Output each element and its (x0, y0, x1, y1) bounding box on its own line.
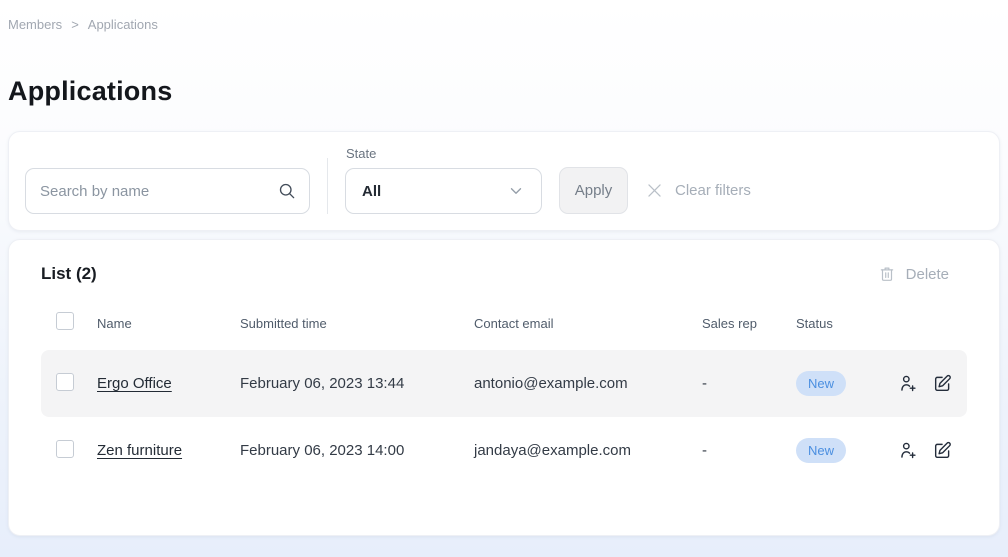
row-checkbox[interactable] (56, 440, 74, 458)
edit-icon[interactable] (932, 440, 953, 461)
close-icon (645, 181, 664, 200)
applications-table: NameSubmitted timeContact emailSales rep… (41, 312, 967, 484)
select-all-cell (41, 312, 97, 335)
person-add-icon[interactable] (898, 373, 919, 394)
sales-rep-cell: - (702, 375, 796, 392)
table-row[interactable]: Ergo Office February 06, 2023 13:44 anto… (41, 350, 967, 417)
clear-filters-button[interactable]: Clear filters (645, 167, 751, 214)
column-header: Contact email (474, 316, 702, 331)
column-header: Name (97, 316, 240, 331)
state-label: State (346, 146, 542, 161)
application-name-link[interactable]: Zen furniture (97, 442, 182, 459)
filter-divider (327, 158, 328, 214)
list-title: List (2) (41, 264, 97, 284)
breadcrumb-item[interactable]: Members (8, 17, 62, 32)
trash-icon (878, 265, 896, 283)
table-row[interactable]: Zen furniture February 06, 2023 14:00 ja… (41, 417, 967, 484)
row-actions (898, 440, 967, 461)
select-all-checkbox[interactable] (56, 312, 74, 330)
breadcrumb-item[interactable]: Applications (88, 17, 158, 32)
apply-button[interactable]: Apply (559, 167, 628, 214)
table-body: Ergo Office February 06, 2023 13:44 anto… (41, 350, 967, 484)
submitted-time-cell: February 06, 2023 14:00 (240, 442, 474, 459)
page-title: Applications (8, 76, 1008, 107)
list-panel: List (2) Delete NameSubmitted timeContac… (8, 239, 1000, 536)
state-select[interactable]: All (345, 168, 542, 214)
application-name-link[interactable]: Ergo Office (97, 375, 172, 392)
search-input[interactable] (25, 168, 310, 214)
delete-button[interactable]: Delete (878, 265, 967, 283)
column-header: Sales rep (702, 316, 796, 331)
delete-label: Delete (906, 266, 949, 283)
status-badge: New (796, 438, 846, 463)
filter-panel: State All Apply Clear filters (8, 131, 1000, 231)
state-selected-value: All (362, 183, 381, 200)
person-add-icon[interactable] (898, 440, 919, 461)
state-filter: State All (345, 146, 542, 214)
row-actions (898, 373, 967, 394)
clear-filters-label: Clear filters (675, 182, 751, 199)
search-field-wrap (25, 168, 310, 214)
row-checkbox-cell (41, 440, 97, 462)
column-header: Submitted time (240, 316, 474, 331)
contact-email-cell: jandaya@example.com (474, 442, 702, 459)
row-checkbox-cell (41, 373, 97, 395)
applications-page: Members > Applications Applications State … (0, 0, 1008, 557)
sales-rep-cell: - (702, 442, 796, 459)
list-header: List (2) Delete (41, 264, 967, 284)
status-badge: New (796, 371, 846, 396)
row-checkbox[interactable] (56, 373, 74, 391)
breadcrumb-separator: > (71, 17, 79, 32)
column-header: Status (796, 316, 898, 331)
contact-email-cell: antonio@example.com (474, 375, 702, 392)
search-icon[interactable] (277, 181, 297, 201)
edit-icon[interactable] (932, 373, 953, 394)
submitted-time-cell: February 06, 2023 13:44 (240, 375, 474, 392)
chevron-down-icon (507, 182, 525, 200)
table-header-row: NameSubmitted timeContact emailSales rep… (41, 312, 967, 334)
breadcrumb: Members > Applications (0, 0, 1008, 32)
